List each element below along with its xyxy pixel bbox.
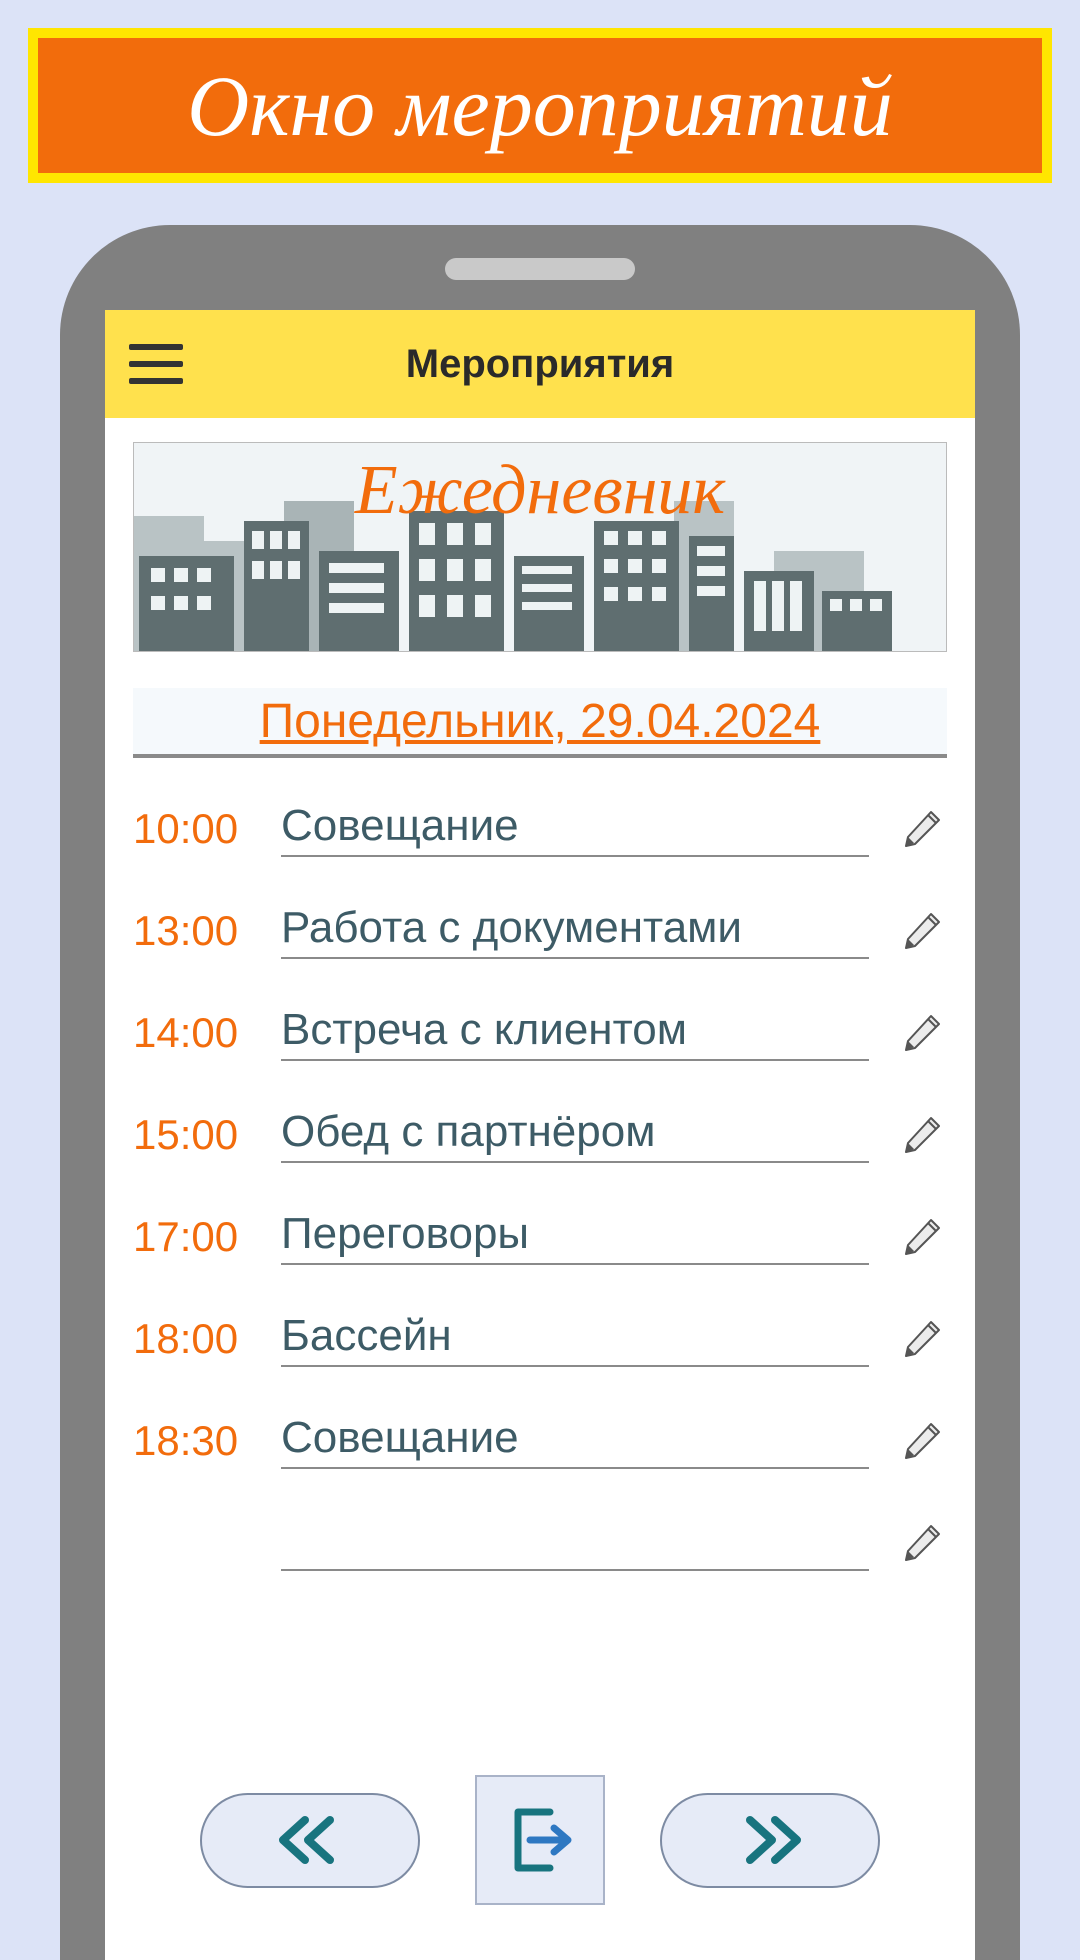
event-title[interactable]: Встреча с клиентом bbox=[281, 1005, 869, 1061]
event-time: 18:30 bbox=[133, 1417, 253, 1465]
menu-icon[interactable] bbox=[129, 344, 183, 384]
header-title: Мероприятия bbox=[105, 342, 975, 387]
event-row: 18:30 Совещание bbox=[133, 1390, 947, 1492]
pencil-icon bbox=[901, 1216, 943, 1258]
event-title[interactable]: Обед с партнёром bbox=[281, 1107, 869, 1163]
app-screen: Мероприятия bbox=[105, 310, 975, 1960]
events-list: 10:00 Совещание 13:00 Работа с документами… bbox=[133, 778, 947, 1594]
pencil-icon bbox=[901, 1318, 943, 1360]
phone-frame: Мероприятия bbox=[60, 225, 1020, 1960]
event-row bbox=[133, 1492, 947, 1594]
edit-button[interactable] bbox=[897, 1110, 947, 1160]
event-title[interactable] bbox=[281, 1515, 869, 1571]
edit-button[interactable] bbox=[897, 1008, 947, 1058]
prev-button[interactable] bbox=[200, 1793, 420, 1888]
promo-banner: Окно мероприятий bbox=[28, 28, 1052, 183]
edit-button[interactable] bbox=[897, 1212, 947, 1262]
event-time: 10:00 bbox=[133, 805, 253, 853]
footer-nav bbox=[105, 1775, 975, 1905]
event-title[interactable]: Работа с документами bbox=[281, 903, 869, 959]
event-row: 10:00 Совещание bbox=[133, 778, 947, 880]
edit-button[interactable] bbox=[897, 1416, 947, 1466]
pencil-icon bbox=[901, 1522, 943, 1564]
edit-button[interactable] bbox=[897, 1314, 947, 1364]
exit-button[interactable] bbox=[475, 1775, 605, 1905]
hero-title: Ежедневник bbox=[134, 451, 946, 531]
chevron-right-icon bbox=[735, 1815, 805, 1865]
exit-icon bbox=[500, 1800, 580, 1880]
event-title[interactable]: Переговоры bbox=[281, 1209, 869, 1265]
event-time: 18:00 bbox=[133, 1315, 253, 1363]
event-time: 17:00 bbox=[133, 1213, 253, 1261]
edit-button[interactable] bbox=[897, 1518, 947, 1568]
event-time: 13:00 bbox=[133, 907, 253, 955]
event-title[interactable]: Совещание bbox=[281, 801, 869, 857]
event-row: 15:00 Обед с партнёром bbox=[133, 1084, 947, 1186]
banner-title: Окно мероприятий bbox=[187, 56, 893, 156]
hero-banner: Ежедневник bbox=[133, 442, 947, 652]
event-time: 14:00 bbox=[133, 1009, 253, 1057]
event-row: 14:00 Встреча с клиентом bbox=[133, 982, 947, 1084]
event-row: 17:00 Переговоры bbox=[133, 1186, 947, 1288]
date-bar[interactable]: Понедельник, 29.04.2024 bbox=[133, 688, 947, 758]
date-label: Понедельник, 29.04.2024 bbox=[260, 694, 821, 749]
next-button[interactable] bbox=[660, 1793, 880, 1888]
event-row: 13:00 Работа с документами bbox=[133, 880, 947, 982]
pencil-icon bbox=[901, 1420, 943, 1462]
pencil-icon bbox=[901, 1012, 943, 1054]
event-title[interactable]: Совещание bbox=[281, 1413, 869, 1469]
event-row: 18:00 Бассейн bbox=[133, 1288, 947, 1390]
pencil-icon bbox=[901, 808, 943, 850]
pencil-icon bbox=[901, 1114, 943, 1156]
event-time: 15:00 bbox=[133, 1111, 253, 1159]
edit-button[interactable] bbox=[897, 906, 947, 956]
pencil-icon bbox=[901, 910, 943, 952]
app-header: Мероприятия bbox=[105, 310, 975, 418]
phone-speaker bbox=[445, 258, 635, 280]
event-title[interactable]: Бассейн bbox=[281, 1311, 869, 1367]
edit-button[interactable] bbox=[897, 804, 947, 854]
chevron-left-icon bbox=[275, 1815, 345, 1865]
